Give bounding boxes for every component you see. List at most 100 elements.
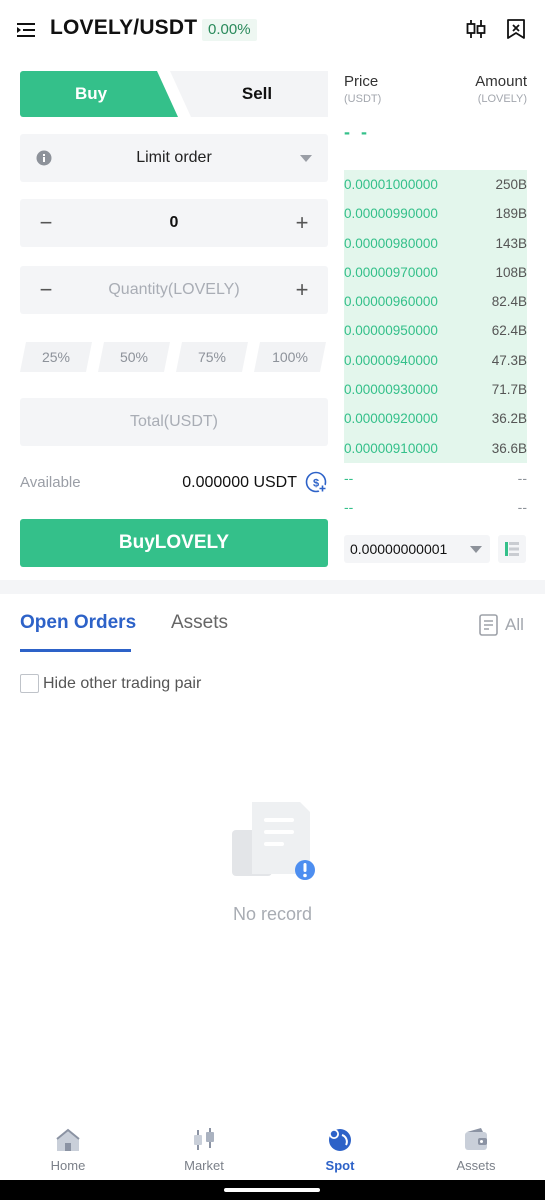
precision-value: 0.00000000001: [350, 541, 448, 557]
bid-price: 0.00000990000: [344, 206, 438, 222]
buy-sell-tabs: Buy Sell: [20, 71, 328, 117]
home-icon: [56, 1128, 80, 1151]
percent-75-button[interactable]: 75%: [176, 342, 248, 372]
bid-row[interactable]: 0.00000950000 62.4B: [344, 316, 527, 345]
order-book-price-header: Price: [344, 73, 379, 90]
total-input[interactable]: [20, 398, 328, 446]
active-tab-indicator: [20, 649, 131, 652]
total-field: [20, 398, 328, 446]
quantity-increase-button[interactable]: +: [278, 266, 326, 314]
tab-buy[interactable]: Buy: [20, 71, 178, 117]
bid-price: 0.00000930000: [344, 382, 438, 398]
bid-amount: 189B: [495, 206, 527, 222]
bid-amount: 47.3B: [491, 352, 527, 368]
empty-amount: --: [517, 499, 527, 515]
order-book-price-unit: (USDT): [344, 93, 382, 105]
percent-selector: 25% 50% 75% 100%: [20, 342, 328, 372]
empty-price: --: [344, 470, 354, 486]
bid-row[interactable]: 0.00000960000 82.4B: [344, 287, 527, 316]
top-bar: LOVELY/USDT 0.00%: [0, 0, 545, 60]
last-price: - -: [344, 122, 370, 142]
bid-price: 0.00000960000: [344, 294, 438, 310]
bid-amount: 143B: [495, 235, 527, 251]
bid-row[interactable]: 0.00000990000 189B: [344, 199, 527, 228]
candlestick-chart-icon[interactable]: [465, 18, 487, 40]
order-book-amount-unit: (LOVELY): [477, 93, 527, 105]
menu-collapse-icon[interactable]: [16, 20, 36, 40]
percent-100-button[interactable]: 100%: [254, 342, 326, 372]
precision-select[interactable]: 0.00000000001: [344, 535, 490, 563]
empty-document-icon: [232, 802, 315, 880]
trading-pair-title[interactable]: LOVELY/USDT: [50, 16, 197, 40]
tab-open-orders[interactable]: Open Orders: [20, 612, 136, 634]
tab-sell[interactable]: Sell: [170, 71, 328, 117]
price-decrease-button[interactable]: −: [22, 199, 70, 247]
home-gesture-handle[interactable]: [224, 1188, 320, 1192]
empty-book-row: -- --: [344, 499, 527, 523]
bid-amount: 250B: [495, 177, 527, 192]
bid-price: 0.00000940000: [344, 352, 438, 368]
empty-amount: --: [517, 470, 527, 486]
hide-other-pairs-label: Hide other trading pair: [43, 675, 202, 692]
bid-amount: 62.4B: [491, 323, 527, 339]
empty-price: --: [344, 499, 354, 515]
price-change-badge: 0.00%: [202, 19, 257, 41]
quantity-input[interactable]: [70, 266, 278, 314]
nav-spot-label: Spot: [325, 1158, 355, 1173]
bid-price: 0.00000980000: [344, 235, 438, 251]
bid-price: 0.00000920000: [344, 411, 438, 427]
order-type-label: Limit order: [136, 149, 212, 166]
quantity-decrease-button[interactable]: −: [22, 266, 70, 314]
chevron-down-icon: [470, 546, 482, 553]
nav-home[interactable]: Home: [0, 1114, 136, 1180]
available-balance: Available 0.000000 USDT $: [20, 470, 328, 496]
empty-state-text: No record: [232, 904, 313, 924]
bid-price: 0.00001000000: [344, 177, 438, 192]
document-list-icon: [479, 614, 498, 636]
price-stepper: − +: [20, 199, 328, 247]
chevron-down-icon: [300, 155, 312, 162]
bid-amount: 36.2B: [491, 411, 527, 427]
bottom-navigation: Home Market Spot Assets: [0, 1114, 545, 1180]
bid-amount: 108B: [495, 264, 527, 280]
depth-view-toggle-icon[interactable]: [498, 535, 526, 563]
order-book-amount-header: Amount: [475, 73, 527, 90]
nav-assets-label: Assets: [456, 1158, 496, 1173]
spot-trade-icon: [329, 1129, 351, 1151]
deposit-icon[interactable]: $: [305, 471, 328, 494]
buy-submit-button[interactable]: BuyLOVELY: [20, 519, 328, 567]
available-value: 0.000000 USDT: [182, 474, 297, 491]
order-type-select[interactable]: Limit order: [20, 134, 328, 182]
bid-row[interactable]: 0.00000920000 36.2B: [344, 404, 527, 433]
bid-row[interactable]: 0.00000940000 47.3B: [344, 346, 527, 375]
available-label: Available: [20, 474, 81, 491]
section-divider: [0, 580, 545, 594]
nav-spot[interactable]: Spot: [272, 1114, 408, 1180]
bid-row[interactable]: 0.00000980000 143B: [344, 229, 527, 258]
bid-price: 0.00000950000: [344, 323, 438, 339]
all-label: All: [505, 615, 524, 634]
bid-row[interactable]: 0.00000930000 71.7B: [344, 375, 527, 404]
wallet-icon: [465, 1128, 487, 1150]
price-increase-button[interactable]: +: [278, 199, 326, 247]
tab-assets[interactable]: Assets: [171, 612, 228, 634]
hide-other-pairs-checkbox[interactable]: [20, 674, 39, 693]
bid-row[interactable]: 0.00000970000 108B: [344, 258, 527, 287]
empty-book-row: -- --: [344, 470, 527, 494]
nav-market-label: Market: [184, 1158, 224, 1173]
price-input[interactable]: [70, 199, 278, 247]
bid-row[interactable]: 0.00001000000 250B: [344, 170, 527, 199]
nav-assets[interactable]: Assets: [408, 1114, 544, 1180]
quantity-stepper: − +: [20, 266, 328, 314]
bid-price: 0.00000970000: [344, 264, 438, 280]
bid-row[interactable]: 0.00000910000 36.6B: [344, 434, 527, 463]
nav-home-label: Home: [50, 1158, 86, 1173]
bid-price: 0.00000910000: [344, 440, 438, 456]
bid-amount: 36.6B: [491, 440, 527, 456]
percent-25-button[interactable]: 25%: [20, 342, 92, 372]
nav-market[interactable]: Market: [136, 1114, 272, 1180]
market-candles-icon: [194, 1128, 214, 1150]
percent-50-button[interactable]: 50%: [98, 342, 170, 372]
favorite-bookmark-icon[interactable]: [505, 18, 527, 40]
bid-amount: 82.4B: [491, 294, 527, 310]
